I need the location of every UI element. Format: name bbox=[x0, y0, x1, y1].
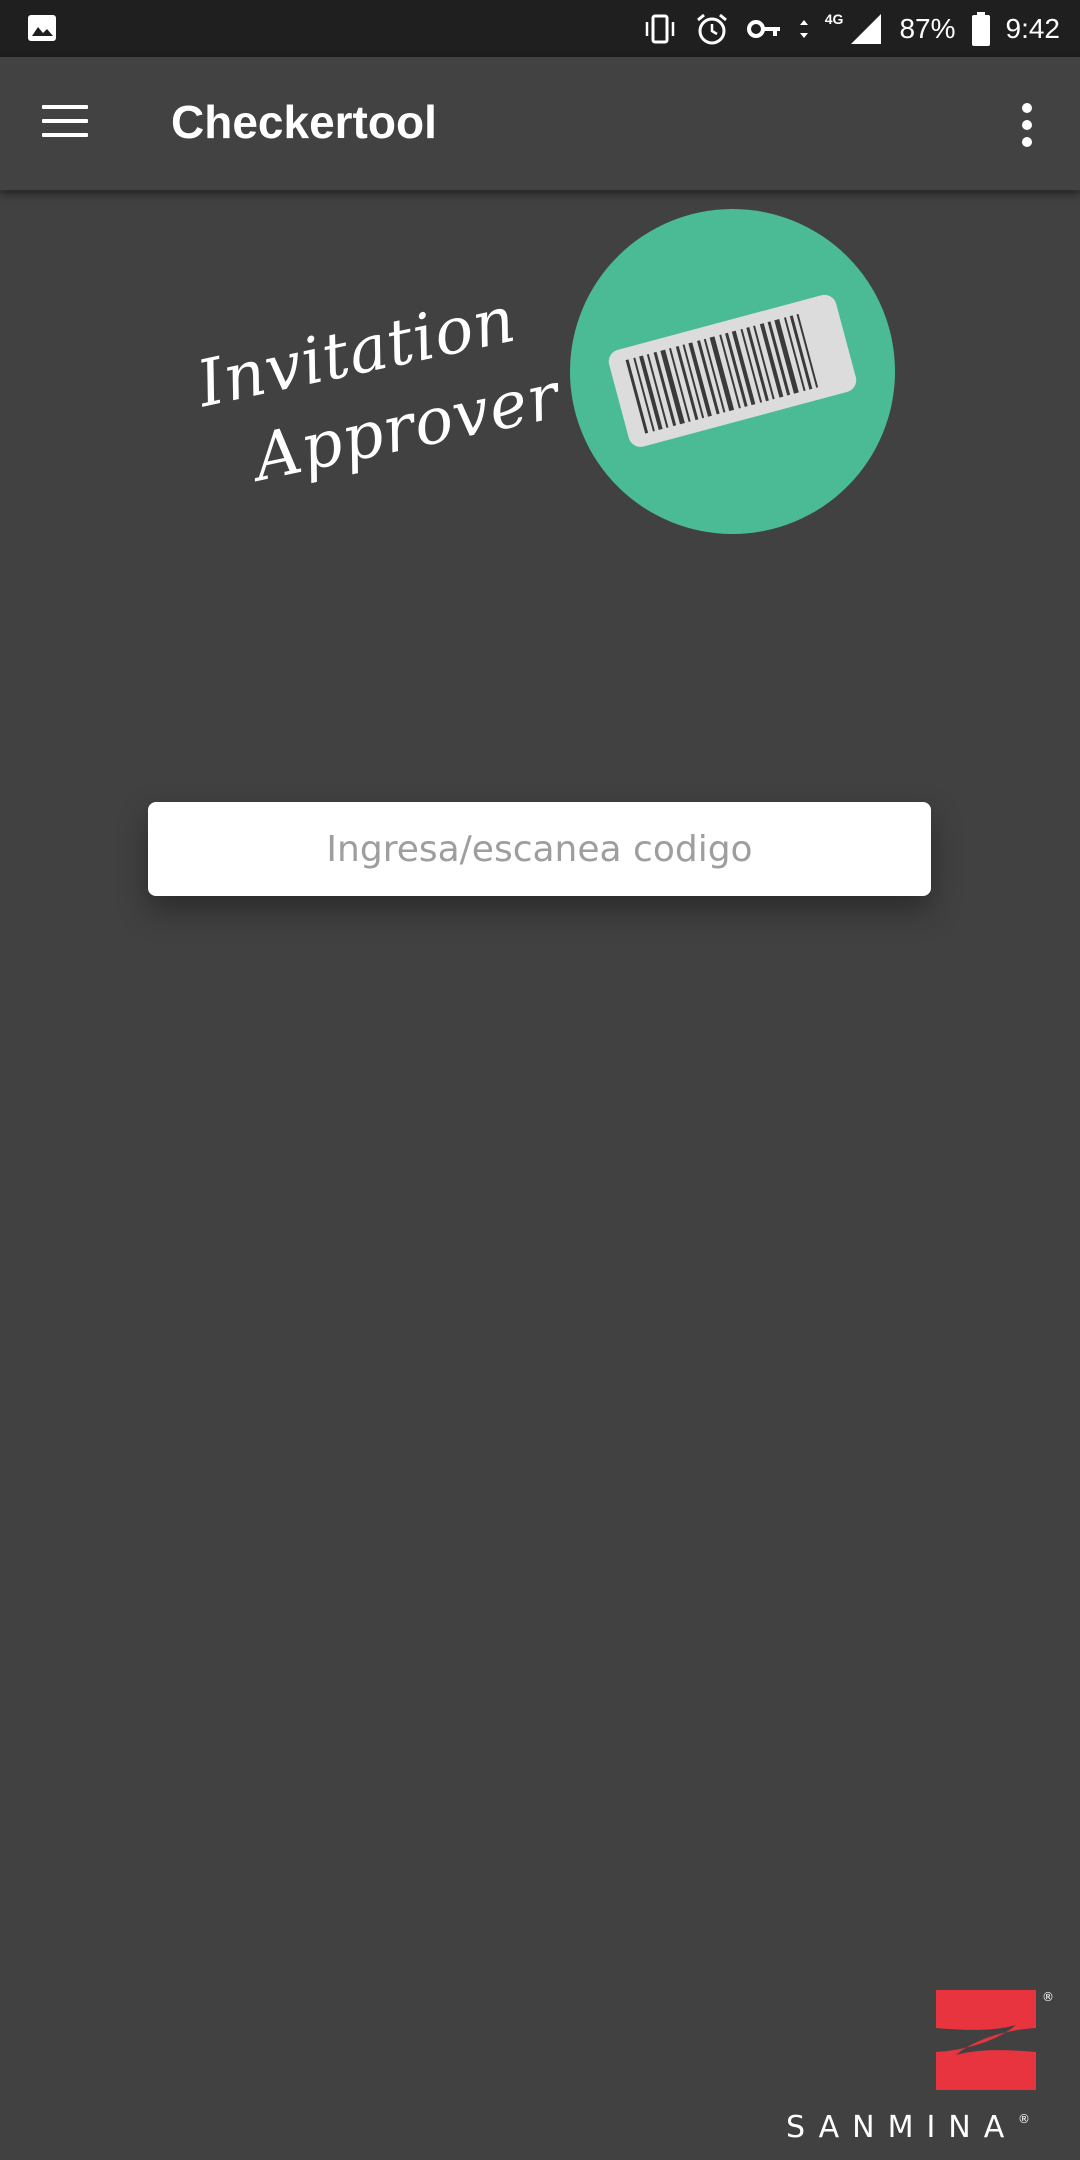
vpn-key-icon bbox=[745, 10, 783, 48]
overflow-menu-icon[interactable] bbox=[1018, 103, 1036, 147]
status-bar: 4G 87% 9:42 bbox=[0, 0, 1080, 57]
code-input[interactable] bbox=[148, 802, 931, 896]
barcode-badge-icon bbox=[570, 209, 895, 534]
signal-icon bbox=[847, 10, 885, 48]
battery-icon bbox=[970, 10, 992, 48]
sanmina-logo: ® SANMINA ® bbox=[786, 1990, 1054, 2145]
battery-percent: 87% bbox=[899, 12, 956, 44]
toolbar-title: Checkertool bbox=[171, 96, 437, 148]
app-logo-text: Invitation Approver bbox=[190, 272, 567, 509]
clock: 9:42 bbox=[1005, 12, 1061, 44]
data-arrows-icon bbox=[797, 10, 811, 48]
hamburger-menu-icon[interactable] bbox=[42, 105, 88, 141]
app-toolbar: Checkertool bbox=[0, 57, 1080, 190]
alarm-icon bbox=[693, 10, 731, 48]
vibrate-icon bbox=[641, 10, 679, 48]
sanmina-mark-icon bbox=[936, 1990, 1036, 2090]
network-type: 4G bbox=[824, 10, 844, 27]
logo-text: SANMINA bbox=[786, 2110, 1018, 2145]
gallery-icon bbox=[26, 12, 58, 44]
